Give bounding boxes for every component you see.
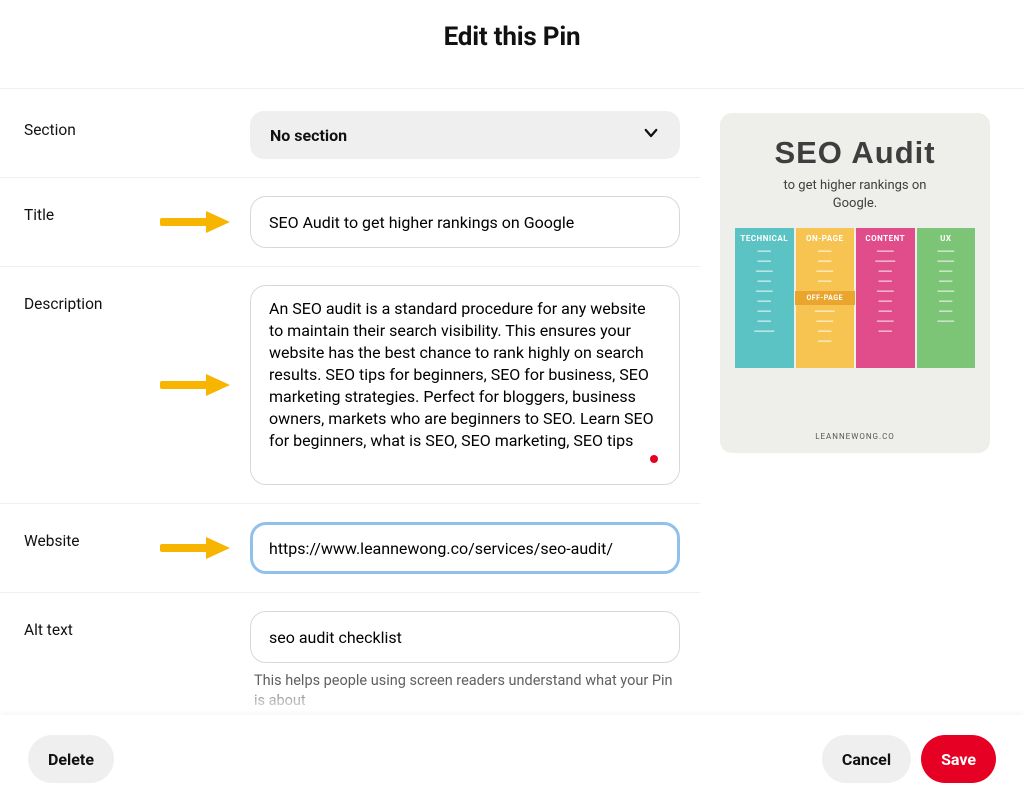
preview-brand: LEANNEWONG.CO <box>720 432 990 441</box>
preview-col-ux: UX ━━━━━━━━━━━━━━ ━━━━━━━━━━━━━ ━━━━━━━━… <box>917 228 976 368</box>
row-section: Section No section <box>0 89 700 178</box>
label-website-text: Website <box>24 532 80 550</box>
preview-col-technical: TECHNICAL ━━━━━━━━━━━━━ ━━━━━━━━━━━━━ ━━… <box>735 228 794 368</box>
preview-title: SEO Audit <box>720 135 990 171</box>
annotation-arrow-icon <box>160 374 230 396</box>
website-input[interactable] <box>250 522 680 574</box>
preview-col-header: ON-PAGE <box>796 234 855 243</box>
dialog-header: Edit this Pin <box>0 0 1024 80</box>
row-alt-text: Alt text This helps people using screen … <box>0 593 700 715</box>
alt-text-helper: This helps people using screen readers u… <box>250 671 680 710</box>
preview-subtitle: to get higher rankings on Google. <box>760 177 950 212</box>
title-input[interactable] <box>250 196 680 248</box>
overflow-indicator-icon <box>650 455 658 463</box>
form-panel: Section No section Title <box>0 89 700 715</box>
preview-col-header: TECHNICAL <box>735 234 794 243</box>
preview-off-page-header: OFF-PAGE <box>795 291 856 305</box>
cancel-button[interactable]: Cancel <box>822 735 911 783</box>
preview-col-content: CONTENT ━━━━━━━━━━━━━━━ ━━━━━━━━━━━━━ ━━… <box>856 228 915 368</box>
label-description-text: Description <box>24 295 102 313</box>
section-select-value: No section <box>270 126 347 145</box>
description-textarea[interactable] <box>250 285 680 485</box>
alt-text-input[interactable] <box>250 611 680 663</box>
annotation-arrow-icon <box>160 211 230 233</box>
preview-columns: TECHNICAL ━━━━━━━━━━━━━ ━━━━━━━━━━━━━ ━━… <box>734 228 976 368</box>
pin-preview: SEO Audit to get higher rankings on Goog… <box>720 113 990 453</box>
save-button[interactable]: Save <box>921 735 996 783</box>
dialog-footer: Delete Cancel Save <box>0 715 1024 803</box>
dialog-body: Section No section Title <box>0 88 1024 715</box>
delete-button[interactable]: Delete <box>28 735 114 783</box>
label-section: Section <box>0 111 250 139</box>
label-title: Title <box>0 196 250 224</box>
chevron-down-icon <box>642 124 660 146</box>
label-title-text: Title <box>24 206 54 224</box>
row-website: Website <box>0 504 700 593</box>
preview-col-on-page: ON-PAGE ━━━━━━━━━━━━━━━━━ OFF-PAGE ━━━━━… <box>796 228 855 368</box>
label-alt-text-text: Alt text <box>24 621 73 639</box>
preview-col-header: CONTENT <box>856 234 915 243</box>
dialog-title: Edit this Pin <box>0 22 1024 52</box>
annotation-arrow-icon <box>160 537 230 559</box>
label-website: Website <box>0 522 250 550</box>
row-description: Description <box>0 267 700 504</box>
preview-col-header: UX <box>917 234 976 243</box>
label-description: Description <box>0 285 250 313</box>
label-section-text: Section <box>24 121 76 139</box>
section-select[interactable]: No section <box>250 111 680 159</box>
row-title: Title <box>0 178 700 267</box>
label-alt-text: Alt text <box>0 611 250 639</box>
